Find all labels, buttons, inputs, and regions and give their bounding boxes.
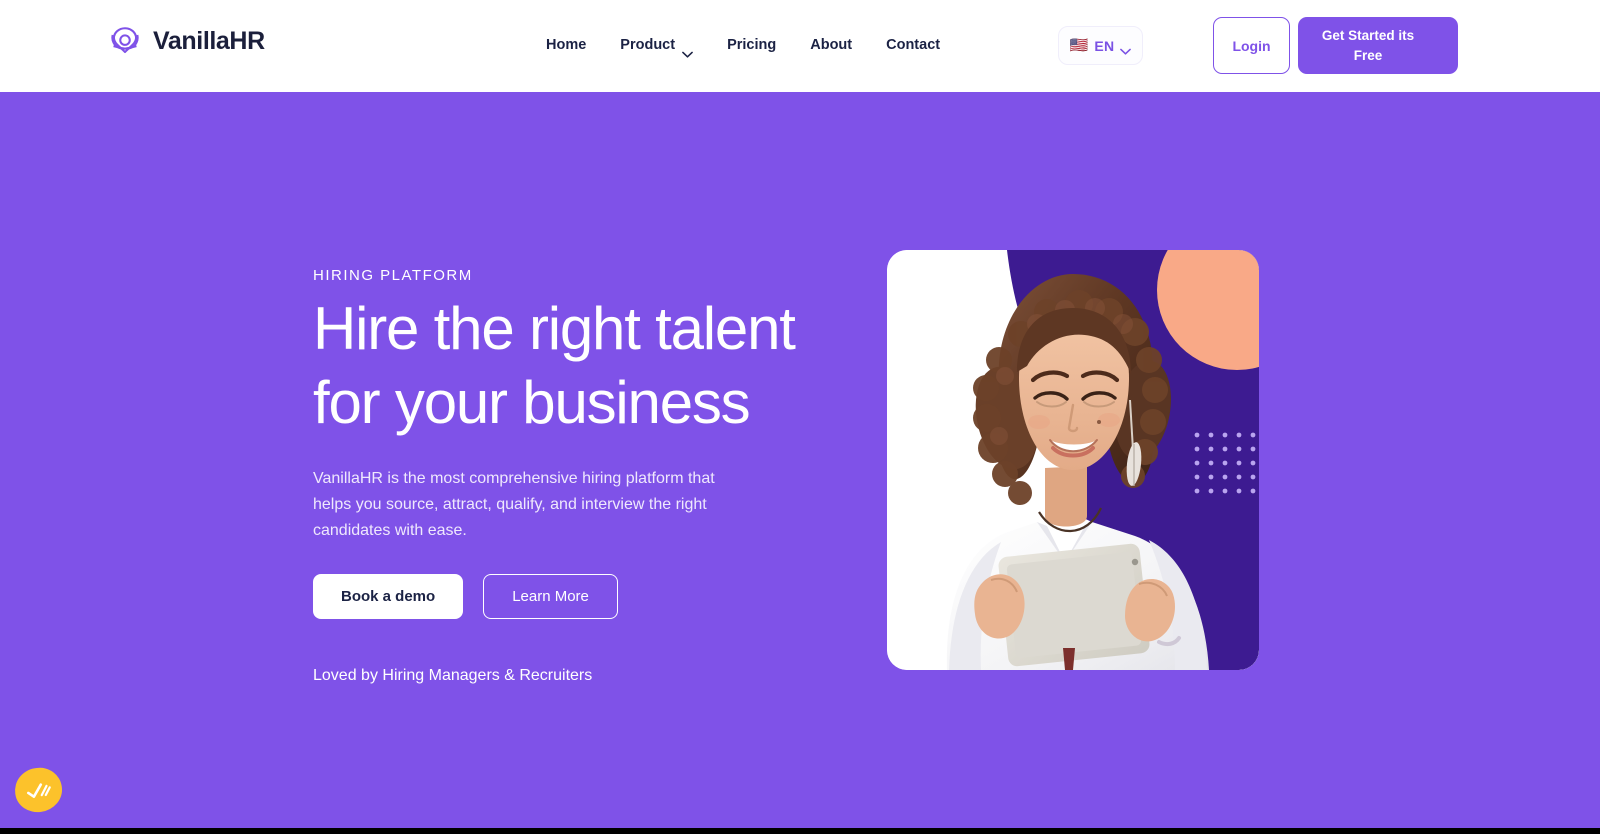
hero-section: HIRING PLATFORM Hire the right talent fo…: [0, 92, 1600, 828]
site-header: VanillaHR Home Product Pricing About Con…: [0, 0, 1600, 92]
hero-image-card: [887, 250, 1259, 670]
nav-item-label: About: [810, 37, 853, 53]
language-code: EN: [1094, 37, 1115, 54]
nav-item-product[interactable]: Product: [603, 32, 710, 58]
nav-item-about[interactable]: About: [793, 32, 869, 58]
hero-description: VanillaHR is the most comprehensive hiri…: [313, 470, 715, 539]
double-check-icon: [24, 779, 52, 800]
hero-copy: HIRING PLATFORM Hire the right talent fo…: [313, 267, 873, 685]
chevron-down-icon: [1120, 42, 1132, 55]
book-a-demo-button[interactable]: Book a demo: [313, 574, 464, 619]
nav-item-pricing[interactable]: Pricing: [710, 32, 793, 58]
get-started-button[interactable]: Get Started its Free: [1298, 17, 1458, 74]
chevron-down-icon: [682, 42, 693, 58]
learn-more-button[interactable]: Learn More: [483, 574, 618, 619]
nav-item-label: Home: [546, 37, 587, 53]
nav-item-contact[interactable]: Contact: [869, 32, 957, 58]
nav-item-label: Contact: [886, 37, 941, 53]
language-selector[interactable]: 🇺🇸 EN: [1058, 26, 1143, 65]
brand-name: VanillaHR: [153, 26, 265, 55]
login-button[interactable]: Login: [1213, 17, 1290, 74]
main-navigation: Home Product Pricing About Contact: [540, 32, 957, 58]
hero-illustration: [887, 250, 1259, 670]
nav-item-label: Pricing: [727, 37, 777, 53]
us-flag-icon: 🇺🇸: [1069, 37, 1089, 54]
get-started-label: Get Started its Free: [1321, 27, 1415, 63]
hero-cta-row: Book a demo Learn More: [313, 574, 873, 619]
brand-logo-link[interactable]: VanillaHR: [108, 24, 265, 58]
clover-flower-logo-icon: [108, 24, 142, 58]
nav-item-label: Product: [620, 37, 676, 53]
bottom-edge-strip: [0, 828, 1600, 834]
page-title: Hire the right talent for your business: [313, 295, 796, 436]
landing-page: VanillaHR Home Product Pricing About Con…: [0, 0, 1600, 834]
social-proof-text: Loved by Hiring Managers & Recruiters: [313, 667, 593, 684]
hero-eyebrow: HIRING PLATFORM: [313, 267, 473, 284]
nav-item-home[interactable]: Home: [540, 32, 603, 58]
